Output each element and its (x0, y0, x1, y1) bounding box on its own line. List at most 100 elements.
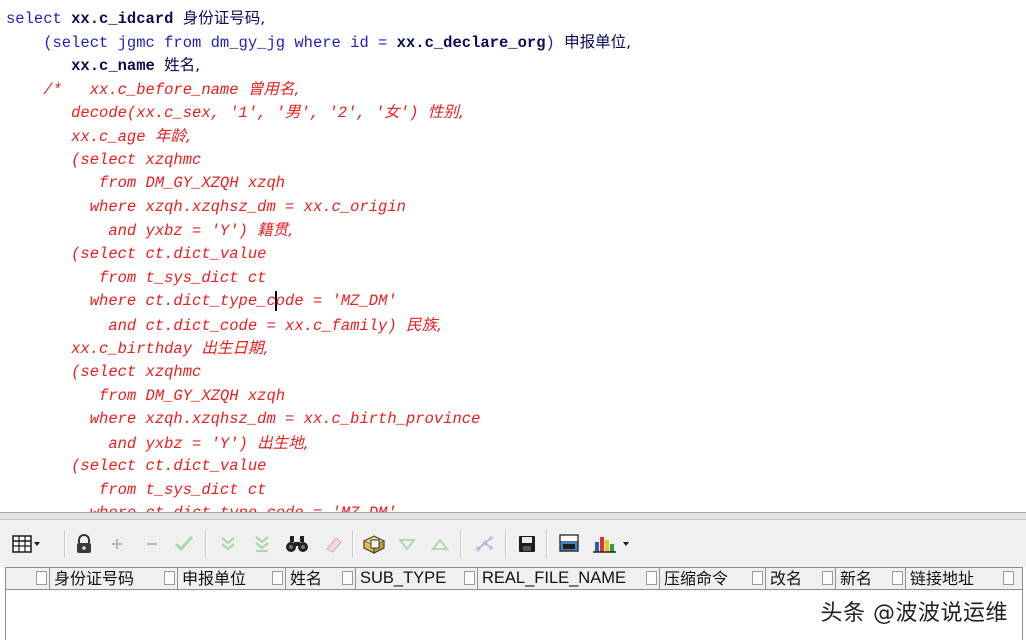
code-line: where xzqh.xzqhsz_dm = xx.c_birth_provin… (6, 408, 631, 432)
column-header-label: 改名 (770, 569, 802, 588)
column-header[interactable]: 改名 (766, 568, 836, 589)
code-token: ode = 'MZ_DM' (276, 292, 397, 310)
code-token: 出生日期, (201, 339, 268, 357)
find-icon[interactable] (285, 532, 309, 556)
code-line: (select jgmc from dm_gy_jg where id = xx… (6, 31, 631, 55)
code-line: from t_sys_dict ct (6, 267, 631, 291)
column-header[interactable]: SUB_TYPE (356, 568, 478, 589)
clear-icon[interactable] (322, 532, 346, 556)
code-token: ) (546, 34, 565, 52)
code-token: /* xx.c_before_name (6, 81, 248, 99)
last-page-icon[interactable] (250, 532, 274, 556)
filter-up-icon[interactable] (428, 532, 452, 556)
code-line: xx.c_age 年龄, (6, 125, 631, 149)
chart-icon[interactable] (591, 532, 635, 556)
code-line: (select xzqhmc (6, 149, 631, 173)
watermark: 头条 @波波说运维 (821, 595, 1009, 627)
column-header[interactable]: 申报单位 (178, 568, 286, 589)
code-token: and yxbz = 'Y') (6, 222, 257, 240)
column-header-label: 新名 (840, 569, 872, 588)
column-dropdown-button[interactable] (36, 571, 47, 585)
column-header-label: REAL_FILE_NAME (482, 569, 626, 587)
code-token: xx.c_age (6, 128, 155, 146)
code-line: select xx.c_idcard 身份证号码, (6, 7, 631, 31)
code-line: and ct.dict_code = xx.c_family) 民族, (6, 314, 631, 338)
column-dropdown-button[interactable] (1003, 571, 1014, 585)
sql-code[interactable]: select xx.c_idcard 身份证号码, (select jgmc f… (6, 7, 631, 512)
column-header-label: 申报单位 (182, 569, 246, 588)
column-header[interactable]: REAL_FILE_NAME (478, 568, 660, 589)
code-line: /* xx.c_before_name 曾用名, (6, 78, 631, 102)
code-token: 民族, (406, 316, 442, 334)
code-token: where ct.dict_type_c (6, 292, 276, 310)
code-token: from t_sys_dict ct (6, 481, 266, 499)
column-dropdown-button[interactable] (342, 571, 353, 585)
column-header-label: SUB_TYPE (360, 569, 446, 587)
code-line: (select ct.dict_value (6, 455, 631, 479)
code-token: (select xzqhmc (6, 363, 201, 381)
save-icon[interactable] (515, 532, 539, 556)
code-token: from DM_GY_XZQH xzqh (6, 174, 285, 192)
code-token: (select ct.dict_value (6, 457, 266, 475)
row-indicator-header[interactable] (6, 568, 50, 589)
code-token: where xzqh.xzqhsz_dm = xx.c_origin (6, 198, 406, 216)
column-header[interactable]: 新名 (836, 568, 906, 589)
code-token: xx.c_declare_org (397, 34, 546, 52)
code-token: 申报单位, (564, 33, 631, 51)
code-token: xx.c_name (6, 57, 164, 75)
column-header[interactable]: 链接地址 (906, 568, 1016, 589)
column-dropdown-button[interactable] (464, 571, 475, 585)
code-token: (select ct.dict_value (6, 245, 266, 263)
code-token: 籍贯, (257, 221, 293, 239)
code-token: (select jgmc from dm_gy_jg where id = (6, 34, 397, 52)
code-line: where ct.dict_type_code = 'MZ_DM' (6, 502, 631, 512)
column-dropdown-button[interactable] (646, 571, 657, 585)
column-header[interactable]: 姓名 (286, 568, 356, 589)
code-token: ', '2', ' (301, 104, 385, 122)
code-line: from DM_GY_XZQH xzqh (6, 385, 631, 409)
export-icon[interactable] (557, 532, 581, 556)
column-dropdown-button[interactable] (752, 571, 763, 585)
code-line: xx.c_birthday 出生日期, (6, 337, 631, 361)
query-by-example-icon[interactable] (362, 532, 386, 556)
result-grid-header: 身份证号码申报单位 姓名SUB_TYPE REAL_FILE_NAME 压缩命令 改名 新… (5, 567, 1023, 590)
code-token: 年龄, (155, 127, 191, 145)
column-header-label: 压缩命令 (664, 569, 728, 588)
code-token: (select xzqhmc (6, 151, 201, 169)
code-line: from t_sys_dict ct (6, 479, 631, 503)
column-header[interactable]: 身份证号码 (50, 568, 178, 589)
code-line: and yxbz = 'Y') 籍贯, (6, 219, 631, 243)
next-page-icon[interactable] (216, 532, 240, 556)
sql-editor[interactable]: select xx.c_idcard 身份证号码, (select jgmc f… (0, 0, 1026, 512)
pane-splitter[interactable] (0, 512, 1026, 520)
code-token: 姓名, (164, 56, 200, 74)
code-line: where xzqh.xzqhsz_dm = xx.c_origin (6, 196, 631, 220)
column-header[interactable]: 压缩命令 (660, 568, 766, 589)
code-token: ') (400, 104, 428, 122)
code-token: and ct.dict_code = xx.c_family) (6, 317, 406, 335)
tree-icon[interactable] (472, 532, 496, 556)
code-token: 性别, (428, 103, 464, 121)
add-record-icon[interactable] (105, 532, 129, 556)
code-token: from DM_GY_XZQH xzqh (6, 387, 285, 405)
lock-icon[interactable] (72, 532, 96, 556)
grid-layout-icon[interactable] (10, 532, 42, 556)
code-line: decode(xx.c_sex, '1', '男', '2', '女') 性别, (6, 101, 631, 125)
column-dropdown-button[interactable] (822, 571, 833, 585)
code-line: (select xzqhmc (6, 361, 631, 385)
code-token: where ct.dict_type_code = 'MZ_DM' (6, 504, 397, 512)
column-dropdown-button[interactable] (164, 571, 175, 585)
code-token: 身份证号码, (183, 9, 265, 27)
filter-down-icon[interactable] (395, 532, 419, 556)
delete-record-icon[interactable] (140, 532, 164, 556)
post-changes-icon[interactable] (172, 532, 196, 556)
column-dropdown-button[interactable] (892, 571, 903, 585)
code-line: from DM_GY_XZQH xzqh (6, 172, 631, 196)
column-header-label: 链接地址 (910, 569, 974, 588)
code-line: where ct.dict_type_code = 'MZ_DM' (6, 290, 631, 314)
column-dropdown-button[interactable] (272, 571, 283, 585)
code-token: select (6, 10, 71, 28)
code-token: 曾用名, (248, 80, 299, 98)
code-line: xx.c_name 姓名, (6, 54, 631, 78)
code-token: and yxbz = 'Y') (6, 435, 257, 453)
